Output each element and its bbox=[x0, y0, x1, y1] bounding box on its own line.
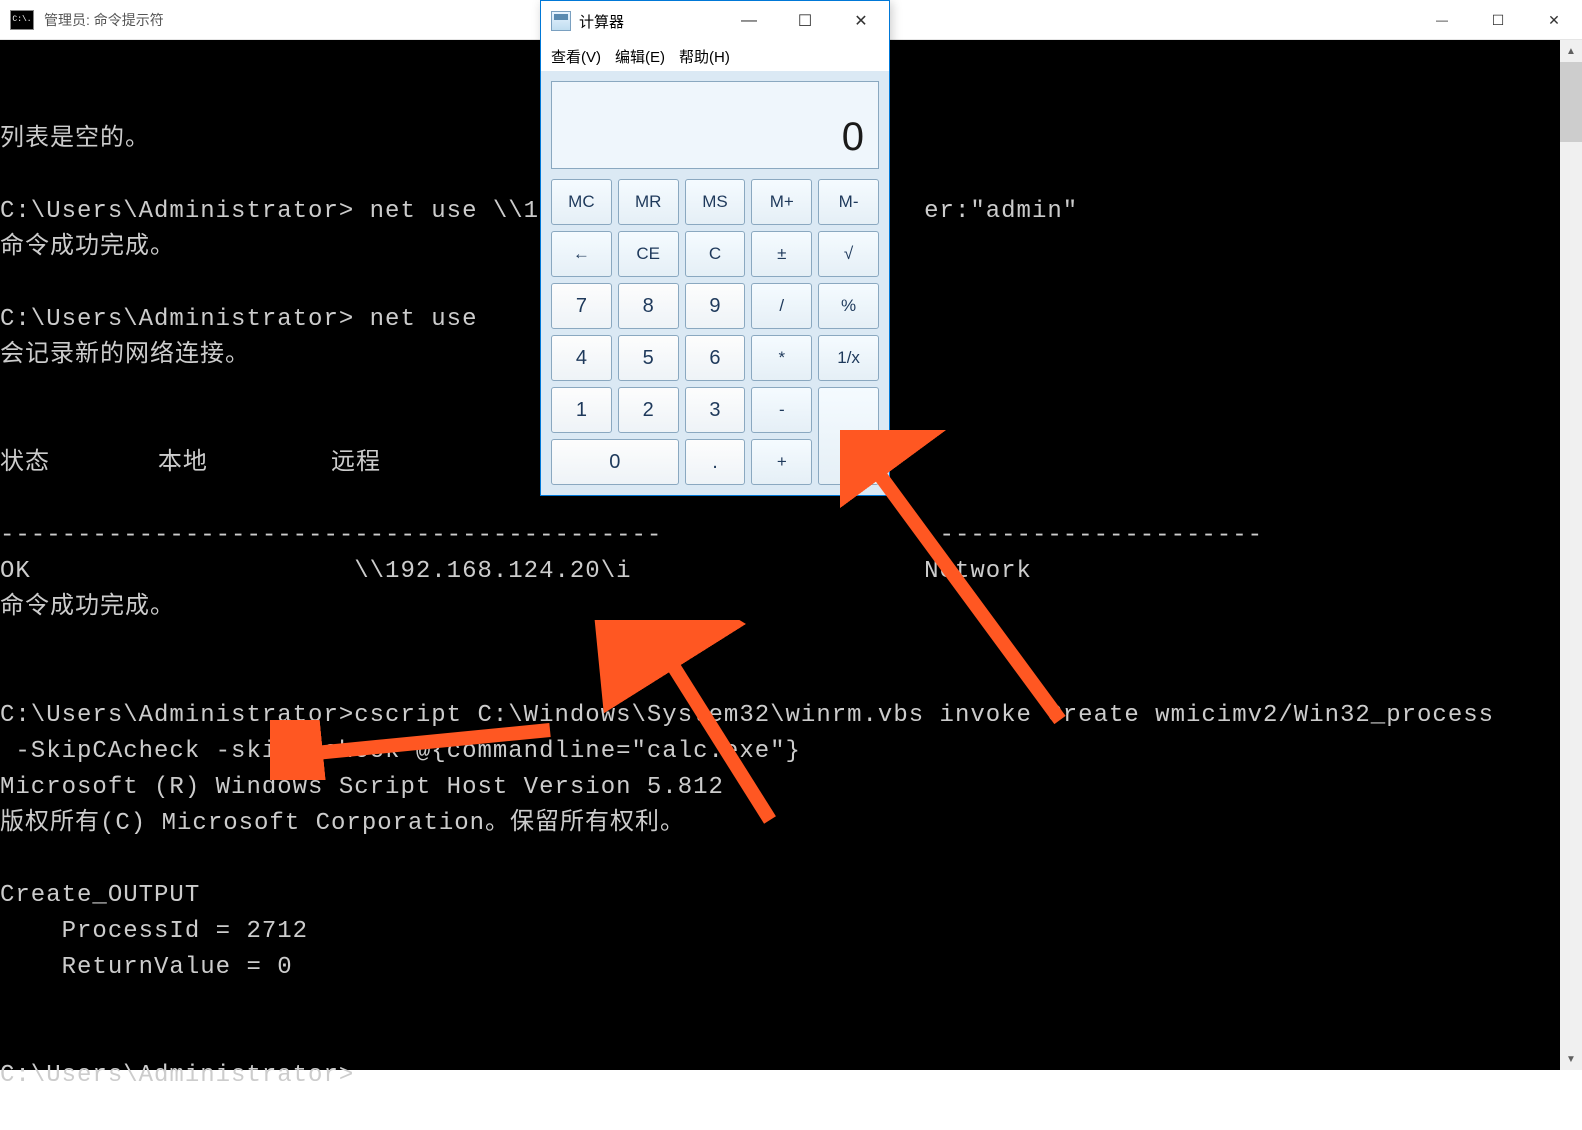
calculator-icon bbox=[551, 11, 571, 31]
cmd-icon: C:\. bbox=[10, 10, 34, 30]
calc-back-button[interactable]: ← bbox=[551, 231, 612, 277]
calc-4-button[interactable]: 4 bbox=[551, 335, 612, 381]
maximize-button[interactable] bbox=[1470, 0, 1526, 40]
main-window-controls bbox=[1414, 0, 1582, 40]
calc-2-button[interactable]: 2 bbox=[618, 387, 679, 433]
terminal-line bbox=[0, 842, 1582, 878]
minimize-button[interactable] bbox=[1414, 0, 1470, 40]
calc-ce-button[interactable]: CE bbox=[618, 231, 679, 277]
terminal-line: ProcessId = 2712 bbox=[0, 914, 1582, 950]
scrollbar-thumb[interactable] bbox=[1560, 62, 1582, 142]
calc-title: 计算器 bbox=[579, 11, 624, 32]
calc-mr-button[interactable]: MR bbox=[618, 179, 679, 225]
menu-view[interactable]: 查看(V) bbox=[547, 44, 605, 69]
terminal-line: Create_OUTPUT bbox=[0, 878, 1582, 914]
close-button[interactable] bbox=[1526, 0, 1582, 40]
calc-sub-button[interactable]: - bbox=[751, 387, 812, 433]
calc-eq-button[interactable]: = bbox=[818, 387, 879, 485]
calc-close-button[interactable]: ✕ bbox=[833, 1, 889, 41]
terminal-line bbox=[0, 986, 1582, 1022]
terminal-line: C:\Users\Administrator>cscript C:\Window… bbox=[0, 698, 1582, 734]
calc-7-button[interactable]: 7 bbox=[551, 283, 612, 329]
calc-sqrt-button[interactable]: √ bbox=[818, 231, 879, 277]
terminal-line: 命令成功完成。 bbox=[0, 590, 1582, 626]
scrollbar-up-icon[interactable]: ▲ bbox=[1560, 40, 1582, 62]
main-window-title: 管理员: 命令提示符 bbox=[44, 10, 164, 30]
calc-maximize-button[interactable]: ☐ bbox=[777, 1, 833, 41]
calc-menubar: 查看(V) 编辑(E) 帮助(H) bbox=[541, 41, 889, 71]
calc-mplus-button[interactable]: M+ bbox=[751, 179, 812, 225]
calc-pct-button[interactable]: % bbox=[818, 283, 879, 329]
calc-c-button[interactable]: C bbox=[685, 231, 746, 277]
terminal-line bbox=[0, 1022, 1582, 1058]
calc-3-button[interactable]: 3 bbox=[685, 387, 746, 433]
calc-mc-button[interactable]: MC bbox=[551, 179, 612, 225]
terminal-line: OK \\192.168.124.20\i Network bbox=[0, 554, 1582, 590]
terminal-line: C:\Users\Administrator> bbox=[0, 1058, 1582, 1094]
calc-div-button[interactable]: / bbox=[751, 283, 812, 329]
calc-mul-button[interactable]: * bbox=[751, 335, 812, 381]
scrollbar[interactable]: ▲ ▼ bbox=[1560, 40, 1582, 1070]
calc-1-button[interactable]: 1 bbox=[551, 387, 612, 433]
calc-ms-button[interactable]: MS bbox=[685, 179, 746, 225]
calculator-window: 计算器 — ☐ ✕ 查看(V) 编辑(E) 帮助(H) 0 MC MR MS M… bbox=[540, 0, 890, 496]
calc-window-controls: — ☐ ✕ bbox=[721, 1, 889, 41]
calc-add-button[interactable]: + bbox=[751, 439, 812, 485]
calc-inv-button[interactable]: 1/x bbox=[818, 335, 879, 381]
calc-body: 0 MC MR MS M+ M- ← CE C ± √ 7 8 9 / % 4 … bbox=[541, 71, 889, 495]
terminal-line bbox=[0, 626, 1582, 662]
terminal-line: ----------------------------------------… bbox=[0, 518, 1582, 554]
calc-6-button[interactable]: 6 bbox=[685, 335, 746, 381]
calc-display: 0 bbox=[551, 81, 879, 169]
terminal-line: 版权所有(C) Microsoft Corporation。保留所有权利。 bbox=[0, 806, 1582, 842]
calc-8-button[interactable]: 8 bbox=[618, 283, 679, 329]
calc-dot-button[interactable]: . bbox=[685, 439, 746, 485]
calc-titlebar[interactable]: 计算器 — ☐ ✕ bbox=[541, 1, 889, 41]
calc-0-button[interactable]: 0 bbox=[551, 439, 679, 485]
menu-edit[interactable]: 编辑(E) bbox=[611, 44, 669, 69]
terminal-line: -SkipCAcheck -skipCNcheck @{commandline=… bbox=[0, 734, 1582, 770]
scrollbar-down-icon[interactable]: ▼ bbox=[1560, 1048, 1582, 1070]
calc-pm-button[interactable]: ± bbox=[751, 231, 812, 277]
calc-5-button[interactable]: 5 bbox=[618, 335, 679, 381]
calc-keypad: MC MR MS M+ M- ← CE C ± √ 7 8 9 / % 4 5 … bbox=[551, 179, 879, 485]
menu-help[interactable]: 帮助(H) bbox=[675, 44, 734, 69]
terminal-line bbox=[0, 662, 1582, 698]
calc-minimize-button[interactable]: — bbox=[721, 1, 777, 41]
calc-mminus-button[interactable]: M- bbox=[818, 179, 879, 225]
terminal-line: Microsoft (R) Windows Script Host Versio… bbox=[0, 770, 1582, 806]
calc-9-button[interactable]: 9 bbox=[685, 283, 746, 329]
terminal-line: ReturnValue = 0 bbox=[0, 950, 1582, 986]
